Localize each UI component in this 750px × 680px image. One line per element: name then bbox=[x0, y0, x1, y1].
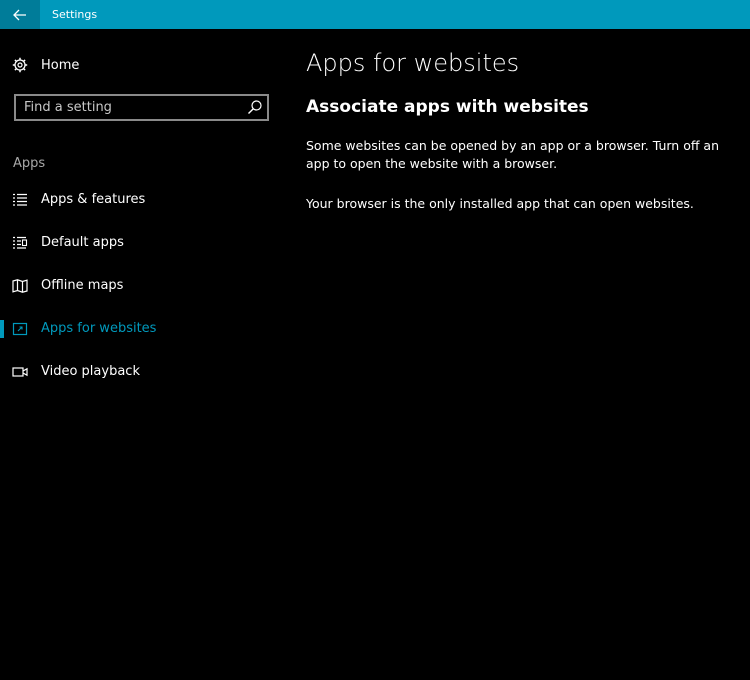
home-link[interactable]: Home bbox=[12, 55, 79, 75]
selection-indicator bbox=[0, 320, 4, 338]
sidebar-item-label: Apps & features bbox=[41, 192, 146, 207]
sidebar-item-video-playback[interactable]: Video playback bbox=[0, 357, 282, 387]
sidebar-item-default-apps[interactable]: Default apps bbox=[0, 228, 282, 258]
back-arrow-icon bbox=[13, 9, 26, 20]
sidebar-item-apps-for-websites[interactable]: Apps for websites bbox=[0, 314, 282, 344]
status-text: Your browser is the only installed app t… bbox=[306, 196, 694, 211]
gear-icon bbox=[12, 57, 28, 73]
sidebar-item-offline-maps[interactable]: Offline maps bbox=[0, 271, 282, 301]
list-icon bbox=[13, 193, 27, 206]
video-icon bbox=[12, 367, 28, 377]
section-subtitle: Associate apps with websites bbox=[306, 97, 589, 117]
sidebar-item-label: Apps for websites bbox=[41, 321, 157, 336]
title-bar: Settings bbox=[0, 0, 750, 29]
page-title: Apps for websites bbox=[306, 49, 520, 77]
section-header-apps: Apps bbox=[13, 156, 46, 171]
map-icon bbox=[12, 279, 28, 293]
search-icon[interactable] bbox=[247, 99, 263, 115]
sidebar-item-label: Default apps bbox=[41, 235, 124, 250]
sidebar-item-apps-features[interactable]: Apps & features bbox=[0, 185, 282, 215]
sidebar-item-label: Video playback bbox=[41, 364, 140, 379]
default-apps-icon bbox=[13, 236, 28, 249]
description-text: Some websites can be opened by an app or… bbox=[306, 138, 720, 171]
search-input[interactable]: Find a setting bbox=[24, 100, 112, 115]
window-title: Settings bbox=[52, 8, 98, 21]
back-button[interactable] bbox=[0, 0, 40, 29]
website-app-icon bbox=[12, 322, 28, 336]
sidebar-item-label: Offline maps bbox=[41, 278, 124, 293]
home-label: Home bbox=[41, 57, 80, 73]
search-box[interactable]: Find a setting bbox=[14, 94, 269, 121]
